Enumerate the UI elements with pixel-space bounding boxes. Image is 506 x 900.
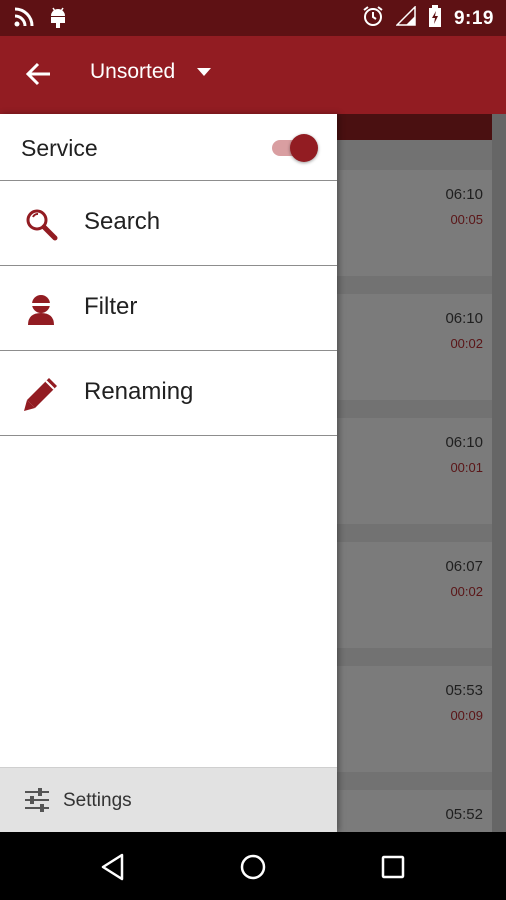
drawer-item-renaming[interactable]: Renaming (0, 351, 337, 436)
app-bar-title: Unsorted (90, 60, 176, 83)
service-label: Service (21, 135, 98, 161)
drawer-item-search[interactable]: Search (0, 181, 337, 266)
list-item[interactable]: 06:07 00:02 (337, 542, 492, 648)
settings-label: Settings (63, 790, 132, 811)
drawer-item-filter[interactable]: Filter (0, 266, 337, 351)
service-row: Service (0, 114, 337, 181)
sliders-icon (24, 788, 50, 817)
list-item[interactable]: 05:53 00:09 (337, 666, 492, 772)
list-header-strip (337, 114, 492, 140)
signal-icon (395, 5, 416, 31)
navigation-drawer: Service Search Filter Renaming Settings (0, 114, 337, 832)
list-item[interactable]: 06:10 00:02 (337, 294, 492, 400)
drawer-item-label: Renaming (84, 378, 194, 405)
list-item[interactable]: 06:10 00:01 (337, 418, 492, 524)
android-icon (48, 6, 68, 33)
status-bar: 9:19 (0, 0, 506, 36)
list-item[interactable]: 06:10 00:05 (337, 170, 492, 276)
system-nav-bar (0, 832, 506, 900)
settings-button[interactable]: Settings (0, 767, 337, 832)
recents-square-icon (381, 855, 405, 879)
search-icon (22, 205, 60, 243)
nav-home-button[interactable] (236, 850, 270, 884)
service-toggle[interactable] (270, 134, 320, 162)
nav-recents-button[interactable] (376, 850, 410, 884)
caret-down-icon (197, 68, 212, 76)
battery-icon (428, 5, 442, 32)
alarm-icon (362, 5, 384, 32)
list-edge (492, 114, 506, 832)
home-circle-icon (240, 854, 266, 880)
drawer-item-label: Search (84, 208, 161, 235)
category-spinner[interactable]: Unsorted (90, 60, 212, 84)
recordings-list: 06:10 00:05 06:10 00:02 06:10 00:01 06:07 00… (337, 114, 506, 832)
app-bar: Unsorted (0, 36, 506, 114)
filter-user-icon (22, 290, 60, 328)
clock-time: 9:19 (453, 7, 494, 29)
rss-icon (14, 7, 34, 32)
pencil-icon (22, 375, 60, 413)
nav-back-button[interactable] (96, 850, 130, 884)
list-item[interactable]: 05:52 (337, 790, 492, 832)
drawer-item-label: Filter (84, 293, 138, 320)
toggle-thumb (290, 134, 318, 162)
arrow-left-icon (25, 62, 50, 86)
back-triangle-icon (101, 853, 124, 881)
back-button[interactable] (18, 54, 58, 94)
